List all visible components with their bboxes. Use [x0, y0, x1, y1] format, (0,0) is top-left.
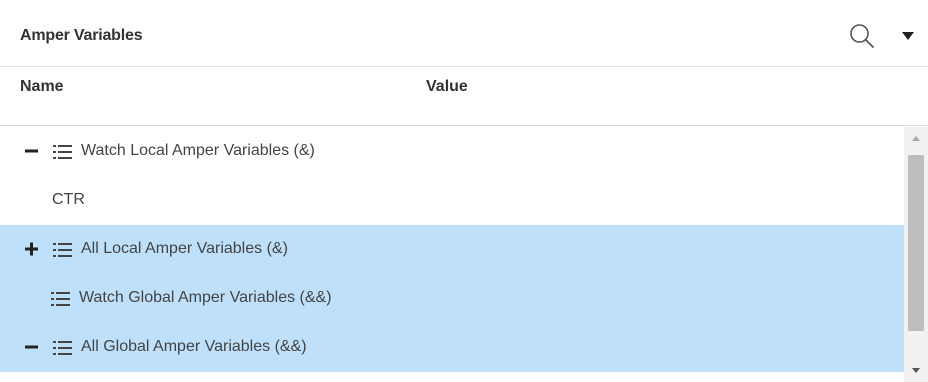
tree-row-label: Watch Global Amper Variables (&&)	[79, 289, 332, 306]
list-icon	[50, 290, 72, 308]
tree-row-watch-local[interactable]: Watch Local Amper Variables (&)	[0, 127, 904, 176]
panel-title: Amper Variables	[20, 27, 143, 44]
vertical-scrollbar[interactable]	[904, 127, 928, 382]
variables-tree: Watch Local Amper Variables (&) CTR All …	[0, 127, 904, 372]
amper-variables-panel: Amper Variables Name Value Watch Local A…	[0, 0, 928, 382]
tree-row-label: All Global Amper Variables (&&)	[81, 338, 307, 355]
column-header-name[interactable]: Name	[20, 78, 64, 96]
list-icon	[52, 339, 74, 357]
collapse-icon[interactable]	[24, 141, 40, 161]
panel-header: Amper Variables	[0, 0, 928, 66]
expand-icon[interactable]	[24, 239, 40, 259]
search-icon[interactable]	[848, 22, 876, 50]
tree-row-all-local[interactable]: All Local Amper Variables (&)	[0, 225, 904, 274]
collapse-icon[interactable]	[24, 337, 40, 357]
scroll-up-arrow-icon[interactable]	[904, 127, 928, 149]
scrollbar-thumb[interactable]	[908, 155, 924, 331]
tree-row-ctr[interactable]: CTR	[0, 176, 904, 225]
column-header-row: Name Value	[0, 66, 928, 126]
list-icon	[52, 143, 74, 161]
list-icon	[52, 241, 74, 259]
tree-row-label: Watch Local Amper Variables (&)	[81, 142, 315, 159]
tree-row-watch-global[interactable]: Watch Global Amper Variables (&&)	[0, 274, 904, 323]
tree-row-all-global[interactable]: All Global Amper Variables (&&)	[0, 323, 904, 372]
dropdown-caret-icon[interactable]	[900, 29, 916, 43]
scroll-down-arrow-icon[interactable]	[904, 360, 928, 382]
tree-row-label: All Local Amper Variables (&)	[81, 240, 288, 257]
column-header-value[interactable]: Value	[426, 78, 468, 96]
tree-row-label: CTR	[52, 191, 85, 208]
